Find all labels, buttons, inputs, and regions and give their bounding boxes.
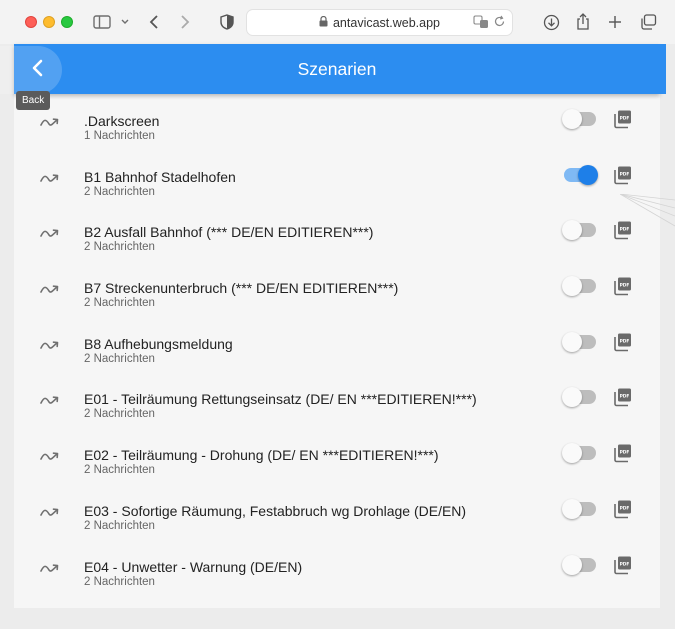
- trend-wave-icon: [40, 394, 60, 412]
- svg-text:PDF: PDF: [620, 338, 630, 344]
- trend-wave-icon: [40, 450, 60, 468]
- share-icon[interactable]: [574, 11, 592, 33]
- scenario-title: B1 Bahnhof Stadelhofen: [84, 168, 236, 185]
- svg-text:PDF: PDF: [620, 171, 630, 177]
- scenario-title: B2 Ausfall Bahnhof (*** DE/EN EDITIEREN*…: [84, 224, 374, 241]
- address-bar[interactable]: antavicast.web.app: [246, 9, 513, 36]
- scenario-active-toggle[interactable]: [562, 331, 596, 352]
- trend-wave-icon: [40, 506, 60, 524]
- scenario-title: E01 - Teilräumung Rettungseinsatz (DE/ E…: [84, 391, 477, 408]
- pdf-icon[interactable]: PDF: [613, 443, 633, 468]
- translate-icon[interactable]: [473, 15, 489, 32]
- scenario-row[interactable]: E04 - Unwetter - Warnung (DE/EN) 2 Nachr…: [14, 552, 660, 608]
- lock-icon: [319, 15, 328, 30]
- scenario-message-count: 2 Nachrichten: [84, 352, 155, 365]
- scenario-title: B8 Aufhebungsmeldung: [84, 335, 233, 352]
- scenario-message-count: 2 Nachrichten: [84, 185, 155, 198]
- app-bar-edge: [646, 44, 666, 94]
- svg-text:PDF: PDF: [620, 282, 630, 288]
- scenario-row[interactable]: B8 Aufhebungsmeldung 2 Nachrichten PDF: [14, 329, 660, 385]
- privacy-shield-icon[interactable]: [218, 11, 236, 33]
- scenario-active-toggle[interactable]: [562, 220, 596, 241]
- scenario-row[interactable]: B2 Ausfall Bahnhof (*** DE/EN EDITIEREN*…: [14, 217, 660, 273]
- scenario-message-count: 2 Nachrichten: [84, 241, 155, 254]
- pdf-icon[interactable]: PDF: [613, 555, 633, 580]
- trend-wave-icon: [40, 116, 60, 134]
- address-bar-url: antavicast.web.app: [332, 15, 440, 30]
- scenario-active-toggle[interactable]: [562, 554, 596, 575]
- pdf-icon[interactable]: PDF: [613, 165, 633, 190]
- scenario-title: E02 - Teilräumung - Drohung (DE/ EN ***E…: [84, 447, 439, 464]
- tab-overview-icon[interactable]: [638, 11, 658, 33]
- zoom-window-button[interactable]: [61, 16, 73, 28]
- scenario-message-count: 2 Nachrichten: [84, 519, 155, 532]
- close-window-button[interactable]: [25, 16, 37, 28]
- scenario-title: E03 - Sofortige Räumung, Festabbruch wg …: [84, 502, 467, 519]
- trend-wave-icon: [40, 172, 60, 190]
- scenario-message-count: 1 Nachrichten: [84, 130, 155, 142]
- trend-wave-icon: [40, 227, 60, 245]
- pdf-icon[interactable]: PDF: [613, 109, 633, 134]
- scenario-row[interactable]: .Darkscreen 1 Nachrichten PDF: [14, 106, 660, 162]
- scenario-message-count: 2 Nachrichten: [84, 575, 155, 588]
- scenario-list: .Darkscreen 1 Nachrichten PDF B1 Bahnhof…: [14, 106, 660, 607]
- scenario-active-toggle[interactable]: [562, 109, 596, 129]
- browser-toolbar: antavicast.web.app: [0, 0, 675, 44]
- reload-icon[interactable]: [493, 15, 506, 32]
- scenario-active-toggle[interactable]: [562, 498, 596, 519]
- scenario-active-toggle[interactable]: [562, 443, 596, 464]
- scenario-active-toggle[interactable]: [562, 276, 596, 297]
- svg-text:PDF: PDF: [620, 394, 630, 400]
- page-title: Szenarien: [297, 59, 377, 79]
- downloads-icon[interactable]: [541, 11, 561, 33]
- browser-forward-icon[interactable]: [177, 11, 193, 33]
- scenario-message-count: 2 Nachrichten: [84, 297, 155, 310]
- ripple-rays-decoration: [620, 194, 675, 227]
- trend-wave-icon: [40, 283, 60, 301]
- trend-wave-icon: [40, 562, 60, 580]
- scenario-row[interactable]: E02 - Teilräumung - Drohung (DE/ EN ***E…: [14, 440, 660, 496]
- pdf-icon[interactable]: PDF: [613, 332, 633, 357]
- window-bottom-area: [0, 608, 675, 629]
- new-tab-icon[interactable]: [606, 11, 624, 33]
- trend-wave-icon: [40, 339, 60, 357]
- svg-text:PDF: PDF: [620, 450, 630, 456]
- scenario-row[interactable]: B7 Streckenunterbruch (*** DE/EN EDITIER…: [14, 273, 660, 329]
- scenario-title: E04 - Unwetter - Warnung (DE/EN): [84, 558, 303, 575]
- browser-back-icon[interactable]: [146, 11, 162, 33]
- scenario-active-toggle[interactable]: [562, 387, 596, 408]
- scenario-active-toggle[interactable]: [564, 164, 598, 185]
- scenario-title: B7 Streckenunterbruch (*** DE/EN EDITIER…: [84, 280, 399, 297]
- scenario-message-count: 2 Nachrichten: [84, 408, 155, 421]
- scenario-row[interactable]: E01 - Teilräumung Rettungseinsatz (DE/ E…: [14, 384, 660, 440]
- scenario-row[interactable]: E03 - Sofortige Räumung, Festabbruch wg …: [14, 496, 660, 552]
- scenario-row[interactable]: B1 Bahnhof Stadelhofen 2 Nachrichten PDF: [14, 162, 660, 218]
- app-bar: Szenarien: [0, 44, 666, 94]
- svg-text:PDF: PDF: [620, 505, 630, 511]
- sidebar-toggle-icon[interactable]: [92, 11, 112, 33]
- svg-text:PDF: PDF: [620, 561, 630, 567]
- scenario-message-count: 2 Nachrichten: [84, 464, 155, 477]
- chevron-down-icon[interactable]: [118, 11, 132, 33]
- svg-text:PDF: PDF: [620, 115, 630, 121]
- pdf-icon[interactable]: PDF: [613, 499, 633, 524]
- scenario-title: .Darkscreen: [84, 113, 160, 129]
- app-page: Szenarien Back .Darkscreen 1 Nachrichten…: [0, 44, 666, 608]
- pdf-icon[interactable]: PDF: [613, 276, 633, 301]
- minimize-window-button[interactable]: [43, 16, 55, 28]
- pdf-icon[interactable]: PDF: [613, 387, 633, 412]
